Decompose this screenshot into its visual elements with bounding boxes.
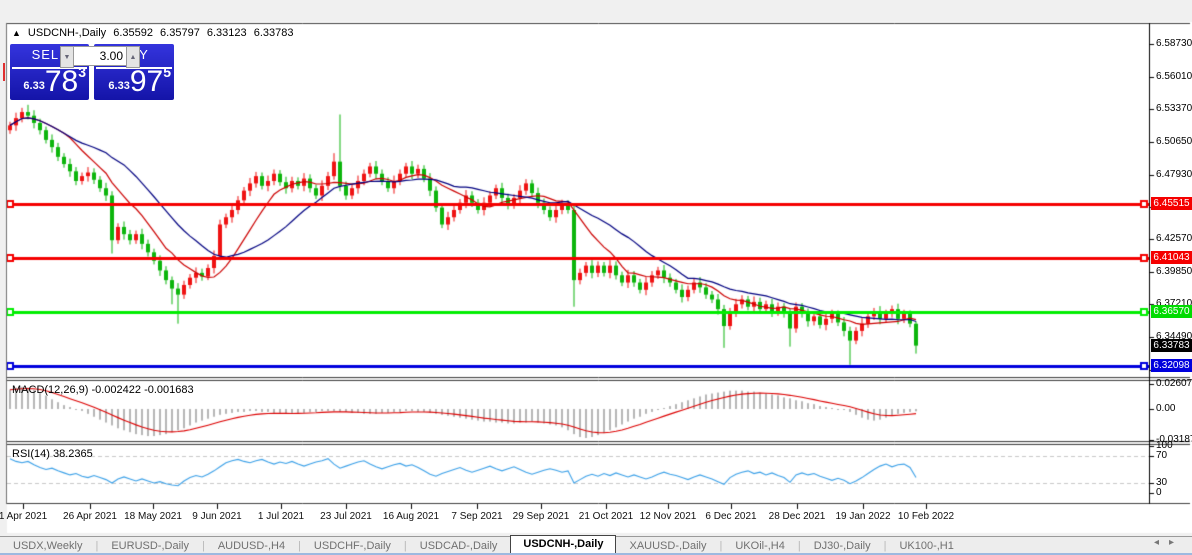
date-axis-label: 6 Dec 2021 [705, 511, 756, 522]
sell-price-small: 6.33 [23, 80, 44, 92]
ohlc-high: 6.35797 [160, 27, 200, 39]
sell-price: 6.33783 [10, 64, 86, 99]
chart-symbol-period: USDCNH-,Daily [28, 27, 106, 39]
volume-input[interactable] [74, 46, 126, 66]
date-axis-label: 16 Aug 2021 [383, 511, 439, 522]
price-axis-tick: 6.53370 [1156, 103, 1192, 114]
chart-tab-dj30[interactable]: DJ30-,Daily [801, 539, 884, 553]
rsi-indicator-label: RSI(14) 38.2365 [12, 448, 93, 460]
date-axis-label: 28 Dec 2021 [769, 511, 826, 522]
ohlc-close: 6.33783 [254, 27, 294, 39]
price-badge: 6.32098 [1151, 359, 1192, 372]
tab-scroll-left-icon[interactable]: ◂ [1154, 537, 1169, 548]
price-axis-tick: 6.47930 [1156, 169, 1192, 180]
price-axis-tick: 6.50650 [1156, 136, 1192, 147]
date-axis-label: 29 Sep 2021 [513, 511, 570, 522]
indicator-axis-tick: 70 [1156, 450, 1167, 461]
buy-price-pip: 5 [163, 64, 171, 80]
date-axis-label: 9 Jun 2021 [192, 511, 242, 522]
left-edge-marker [3, 63, 5, 81]
chart-tab-ukoil[interactable]: UKOil-,H4 [722, 539, 798, 553]
price-axis-tick: 6.56010 [1156, 71, 1192, 82]
buy-price-small: 6.33 [108, 80, 129, 92]
indicator-axis-tick: 0.00 [1156, 403, 1175, 414]
macd-indicator-label: MACD(12,26,9) -0.002422 -0.001683 [12, 384, 194, 396]
date-axis-label: 7 Sep 2021 [451, 511, 502, 522]
price-badge: 6.36570 [1151, 305, 1192, 318]
indicator-axis-tick: 0.02607 [1156, 378, 1192, 389]
tab-scroll-arrows[interactable]: ◂▸ [1154, 537, 1184, 548]
volume-increase-icon[interactable]: ▲ [126, 46, 140, 68]
price-badge: 6.45515 [1151, 197, 1192, 210]
price-chart-canvas[interactable] [0, 0, 1192, 555]
chart-tab-eurusd[interactable]: EURUSD-,Daily [98, 539, 202, 553]
price-axis-tick: 6.42570 [1156, 233, 1192, 244]
volume-stepper: ▼ ▲ [60, 46, 140, 66]
chart-tab-usdcnh[interactable]: USDCNH-,Daily [510, 535, 616, 554]
sell-price-big: 78 [45, 65, 78, 98]
buy-price-big: 97 [130, 65, 163, 98]
tab-scroll-right-icon[interactable]: ▸ [1169, 537, 1184, 548]
chart-tab-bar: USDX,Weekly|EURUSD-,Daily|AUDUSD-,H4|USD… [0, 536, 1192, 554]
buy-price: 6.33975 [94, 64, 171, 99]
date-axis-label: 1 Jul 2021 [258, 511, 304, 522]
panel-collapse-icon[interactable]: ▲ [12, 28, 21, 38]
chart-tab-xauusd[interactable]: XAUUSD-,Daily [616, 539, 719, 553]
chart-tab-uk100[interactable]: UK100-,H1 [886, 539, 966, 553]
chart-tab-usdcad[interactable]: USDCAD-,Daily [407, 539, 511, 553]
date-axis-label: 10 Feb 2022 [898, 511, 954, 522]
chart-tab-usdx[interactable]: USDX,Weekly [0, 539, 95, 553]
date-axis-label: 23 Jul 2021 [320, 511, 372, 522]
chart-tab-audusd[interactable]: AUDUSD-,H4 [205, 539, 298, 553]
trading-platform-window: 5M30H1H4D1W1MN ▲USDCNH-,Daily 6.35592 6.… [0, 0, 1192, 555]
chart-tab-usdchf[interactable]: USDCHF-,Daily [301, 539, 404, 553]
price-axis-tick: 6.58730 [1156, 38, 1192, 49]
sell-price-pip: 3 [78, 64, 86, 80]
price-badge: 6.41043 [1151, 251, 1192, 264]
price-badge: 6.33783 [1151, 339, 1192, 352]
price-axis-tick: 6.39850 [1156, 266, 1192, 277]
date-axis-label: 19 Jan 2022 [835, 511, 890, 522]
date-axis-label: 26 Apr 2021 [63, 511, 117, 522]
indicator-axis-tick: 0 [1156, 487, 1162, 498]
date-axis-label: 18 May 2021 [124, 511, 182, 522]
ohlc-low: 6.33123 [207, 27, 247, 39]
date-axis-label: 21 Oct 2021 [579, 511, 633, 522]
one-click-trading-panel: SELL 6.33783 BUY 6.33975 ▼ ▲ [10, 44, 174, 100]
date-axis-label: 12 Nov 2021 [640, 511, 697, 522]
ohlc-open: 6.35592 [113, 27, 153, 39]
chart-title: ▲ USDCNH-,Daily 6.35592 6.35797 6.33123 6… [12, 27, 297, 39]
volume-decrease-icon[interactable]: ▼ [60, 46, 74, 68]
date-axis-label: 1 Apr 2021 [0, 511, 47, 522]
